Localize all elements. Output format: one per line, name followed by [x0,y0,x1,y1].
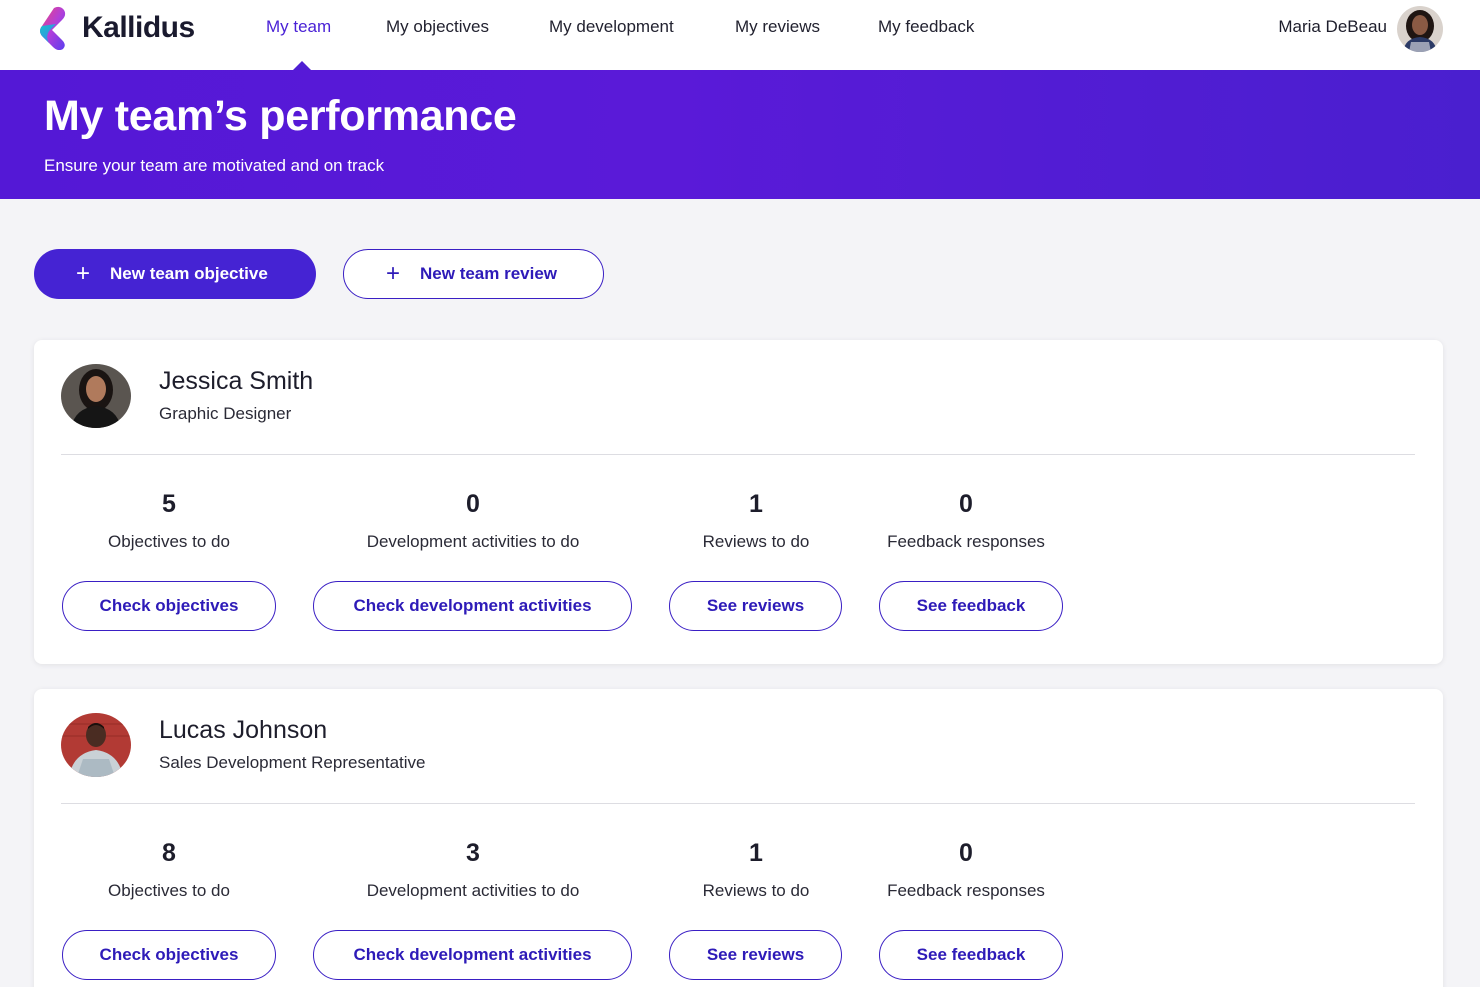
stat-value: 0 [959,839,973,867]
member-name: Jessica Smith [159,367,314,395]
stat-objectives: 5 Objectives to do [104,490,234,552]
nav-my-objectives[interactable]: My objectives [386,17,489,37]
page-subtitle: Ensure your team are motivated and on tr… [44,156,385,175]
active-nav-indicator [293,61,311,70]
divider [61,803,1415,804]
stat-label: Reviews to do [702,532,810,551]
stat-value: 0 [959,490,973,518]
stat-reviews: 1 Reviews to do [696,490,816,552]
nav-my-team[interactable]: My team [266,17,331,37]
stat-value: 1 [749,490,763,518]
page-banner: My team’s performance Ensure your team a… [0,70,1480,199]
see-reviews-button[interactable]: See reviews [669,930,842,980]
stat-development: 3 Development activities to do [353,839,593,901]
new-team-review-button[interactable]: + New team review [343,249,604,299]
new-team-objective-button[interactable]: + New team objective [34,249,316,299]
stat-value: 5 [162,490,176,518]
check-objectives-button[interactable]: Check objectives [62,581,276,631]
member-avatar [61,364,131,428]
team-member-card: Lucas Johnson Sales Development Represen… [34,689,1443,987]
stat-value: 0 [466,490,480,518]
team-member-card: Jessica Smith Graphic Designer 5 Objecti… [34,340,1443,664]
page-title: My team’s performance [44,92,517,140]
user-avatar[interactable] [1397,6,1443,52]
brand-name: Kallidus [82,11,195,44]
nav-my-development[interactable]: My development [549,17,674,37]
plus-icon: + [76,260,91,287]
see-feedback-button[interactable]: See feedback [879,930,1063,980]
plus-icon: + [386,260,401,287]
stat-objectives: 8 Objectives to do [104,839,234,901]
member-role: Sales Development Representative [159,753,426,772]
check-development-activities-button[interactable]: Check development activities [313,581,632,631]
member-avatar [61,713,131,777]
check-objectives-button[interactable]: Check objectives [62,930,276,980]
member-name: Lucas Johnson [159,716,328,744]
stat-value: 1 [749,839,763,867]
kallidus-logo[interactable]: Kallidus [36,6,195,51]
check-development-activities-button[interactable]: Check development activities [313,930,632,980]
stat-reviews: 1 Reviews to do [696,839,816,901]
stat-label: Development activities to do [366,881,580,900]
stat-label: Reviews to do [702,881,810,900]
nav-my-feedback[interactable]: My feedback [878,17,974,37]
user-name[interactable]: Maria DeBeau [1278,17,1387,37]
stat-label: Objectives to do [108,532,230,551]
new-team-objective-label: New team objective [110,264,268,283]
divider [61,454,1415,455]
stat-label: Feedback responses [887,881,1045,900]
stat-development: 0 Development activities to do [353,490,593,552]
stat-feedback: 0 Feedback responses [884,839,1048,901]
top-navigation: Kallidus My team My objectives My develo… [0,0,1480,70]
see-reviews-button[interactable]: See reviews [669,581,842,631]
stat-feedback: 0 Feedback responses [884,490,1048,552]
stat-value: 3 [466,839,480,867]
stat-value: 8 [162,839,176,867]
nav-my-reviews[interactable]: My reviews [735,17,820,37]
stat-label: Objectives to do [108,881,230,900]
stat-label: Development activities to do [366,532,580,551]
new-team-review-label: New team review [420,264,558,283]
kallidus-logo-icon [36,6,74,51]
see-feedback-button[interactable]: See feedback [879,581,1063,631]
member-role: Graphic Designer [159,404,292,423]
stat-label: Feedback responses [887,532,1045,551]
